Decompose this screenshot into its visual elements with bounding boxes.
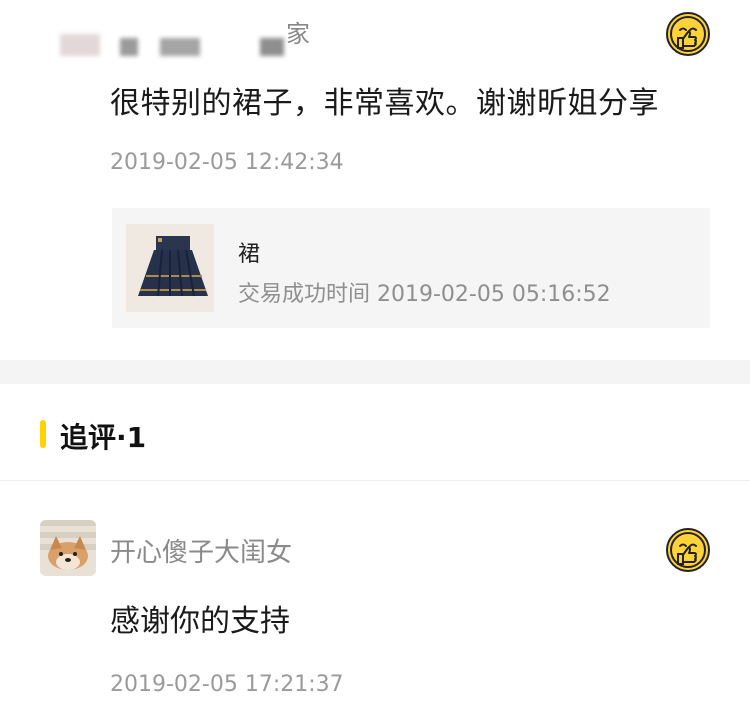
follow-up-title: 追评·1	[60, 421, 147, 454]
thumbs-up-face-icon	[670, 532, 706, 568]
divider	[0, 480, 750, 481]
accent-bar	[40, 420, 46, 448]
avatar[interactable]	[40, 520, 96, 576]
reply-username[interactable]: 开心傻子大闺女	[110, 532, 292, 569]
thumbs-up-face-icon[interactable]	[666, 528, 710, 572]
blur-block	[260, 38, 284, 56]
review-timestamp: 2019-02-05 12:42:34	[110, 150, 344, 175]
thumbs-up-face-icon	[670, 16, 706, 52]
skirt-thumbnail	[126, 224, 214, 312]
follow-up-header: 追评·1	[0, 384, 750, 480]
username-text: 家	[286, 20, 310, 48]
thumbs-up-face-icon[interactable]	[666, 12, 710, 56]
reply-timestamp: 2019-02-05 17:21:37	[110, 672, 344, 697]
review-page: 家 很特别的裙子，非常喜欢。谢谢昕姐分享 2019-02-05 12:42:34	[0, 0, 750, 722]
order-title: 裙	[238, 242, 261, 267]
reply-text: 感谢你的支持	[110, 604, 290, 639]
section-divider-band	[0, 360, 750, 384]
order-status: 交易成功时间 2019-02-05 05:16:52	[238, 282, 611, 307]
shiba-dog-avatar	[40, 520, 96, 576]
review-text: 很特别的裙子，非常喜欢。谢谢昕姐分享	[110, 86, 659, 121]
blur-block	[160, 38, 200, 56]
review-card: 家 很特别的裙子，非常喜欢。谢谢昕姐分享 2019-02-05 12:42:34	[0, 0, 750, 360]
blur-block	[60, 34, 100, 56]
blur-block	[120, 38, 138, 56]
order-card[interactable]: 裙 交易成功时间 2019-02-05 05:16:52	[112, 208, 710, 328]
